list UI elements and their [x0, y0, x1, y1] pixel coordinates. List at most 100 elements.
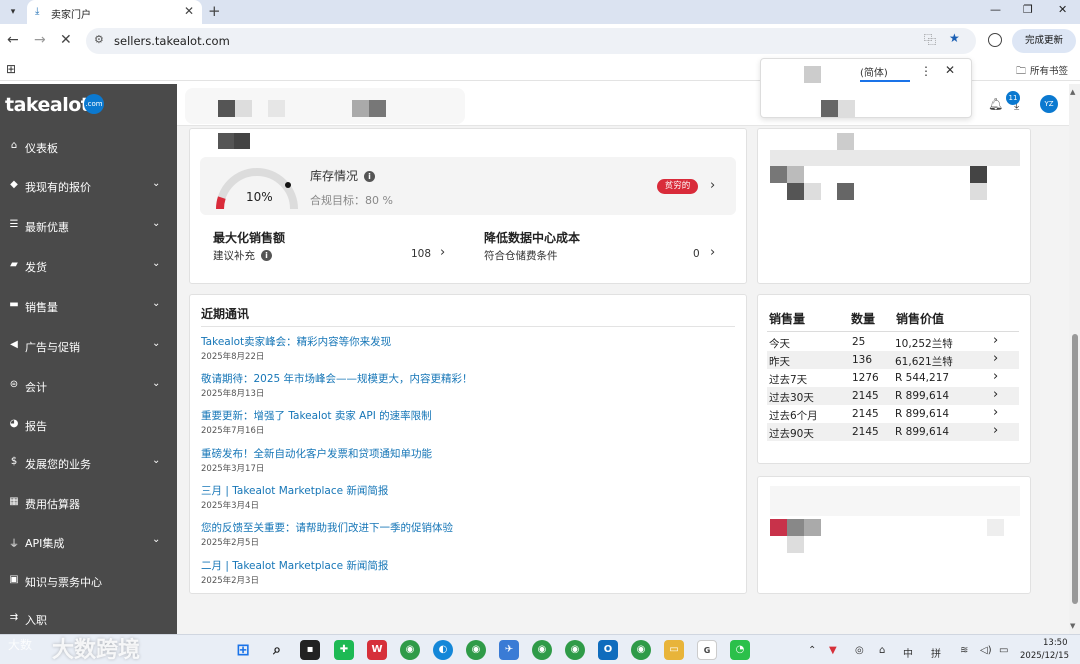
chevron-right-icon[interactable]: › [993, 333, 998, 348]
sidebar-item-api[interactable]: ⏚ API集成 ⌄ [0, 531, 177, 553]
info-icon[interactable]: i [364, 171, 376, 182]
update-button[interactable]: 完成更新 [1012, 29, 1076, 53]
restore-icon[interactable]: ❐ [1023, 3, 1033, 16]
table-row[interactable]: 过去90天 2145 R 899,614 › [767, 423, 1019, 441]
bookmark-star-icon[interactable]: ★ [949, 31, 960, 45]
sidebar-item-fee-calculator[interactable]: ▦ 费用估算器 [0, 492, 177, 514]
tray-app-icon[interactable]: ▼ [829, 645, 837, 656]
volume-icon[interactable]: ◁) [980, 645, 992, 656]
notification-count-badge: 11 [1006, 91, 1020, 105]
sidebar-item-label: 最新优惠 [25, 221, 69, 234]
site-info-icon[interactable]: ⚙ [94, 33, 104, 46]
scroll-down-icon[interactable]: ▼ [1070, 622, 1075, 630]
tab-close-icon[interactable]: ✕ [184, 4, 194, 18]
news-link[interactable]: 您的反馈至关重要：请帮助我们改进下一季的促销体验 [201, 520, 453, 535]
chrome-icon[interactable]: ◉ [631, 640, 651, 660]
profile-icon[interactable] [988, 33, 1002, 47]
app-icon[interactable]: G [697, 640, 717, 660]
chevron-right-icon[interactable]: › [993, 405, 998, 420]
wps-icon[interactable]: W [367, 640, 387, 660]
dollar-icon: $ [10, 456, 18, 467]
outlook-icon[interactable]: O [598, 640, 618, 660]
table-row[interactable]: 昨天 136 61,621兰特 › [767, 351, 1019, 369]
sidebar-item-onboarding[interactable]: ⇉ 入职 [0, 608, 177, 630]
sidebar-item-ads[interactable]: ◀ 广告与促销 ⌄ [0, 335, 177, 357]
clock-time[interactable]: 13:50 [1043, 638, 1068, 648]
chrome-icon[interactable]: ◉ [532, 640, 552, 660]
chrome-icon[interactable]: ◉ [466, 640, 486, 660]
wechat-icon[interactable]: ◔ [730, 640, 750, 660]
news-link[interactable]: 重磅发布！全新自动化客户发票和贷项通知单功能 [201, 446, 432, 461]
new-tab-icon[interactable]: + [208, 2, 221, 20]
close-icon[interactable]: ✕ [945, 63, 955, 77]
translate-language-tab[interactable]: (简体) [860, 64, 888, 79]
news-link[interactable]: 重要更新：增强了 Takealot 卖家 API 的速率限制 [201, 408, 432, 423]
blurred-region [235, 100, 252, 117]
bell-icon[interactable]: 🔔︎ [988, 97, 1003, 111]
minimize-icon[interactable]: — [990, 3, 1001, 16]
ime-name[interactable]: 拼 [931, 645, 941, 660]
search-icon[interactable]: ⌕ [267, 640, 287, 660]
scroll-up-icon[interactable]: ▲ [1070, 88, 1075, 96]
apps-grid-icon[interactable]: ⊞ [6, 62, 16, 76]
chevron-right-icon[interactable]: › [710, 178, 715, 193]
news-link[interactable]: 二月 | Takealot Marketplace 新闻简报 [201, 558, 388, 573]
app-icon[interactable]: ✚ [334, 640, 354, 660]
task-view-icon[interactable]: ▪ [300, 640, 320, 660]
address-bar[interactable]: ⚙ sellers.takealot.com [86, 28, 976, 54]
close-window-icon[interactable]: ✕ [1058, 3, 1067, 16]
browser-tab-active[interactable]: ⤓ 卖家门户 ✕ [27, 0, 202, 24]
sidebar-item-deals[interactable]: ☰ 最新优惠 ⌄ [0, 215, 177, 237]
sidebar-item-shipping[interactable]: ▰ 发货 ⌄ [0, 255, 177, 277]
table-row[interactable]: 过去30天 2145 R 899,614 › [767, 387, 1019, 405]
sidebar-item-label: 会计 [25, 381, 47, 394]
battery-icon[interactable]: ▭ [999, 645, 1008, 656]
more-vert-icon[interactable]: ⋮ [920, 64, 932, 78]
file-explorer-icon[interactable]: ▭ [664, 640, 684, 660]
tray-app-icon[interactable]: ⌂ [879, 645, 885, 656]
news-link[interactable]: 敬请期待：2025 年市场峰会——规模更大，内容更精彩！ [201, 371, 473, 386]
table-row[interactable]: 过去6个月 2145 R 899,614 › [767, 405, 1019, 423]
chevron-right-icon[interactable]: › [993, 423, 998, 438]
chrome-icon[interactable]: ◉ [400, 640, 420, 660]
stop-loading-icon[interactable]: ✕ [60, 32, 72, 48]
sidebar-item-reports[interactable]: ◕ 报告 [0, 414, 177, 436]
tab-search-icon[interactable]: ▾ [4, 3, 22, 21]
takealot-logo[interactable]: takealot [5, 94, 90, 116]
table-row[interactable]: 今天 25 10,252兰特 › [767, 333, 1019, 351]
chevron-right-icon[interactable]: › [993, 351, 998, 366]
chevron-right-icon[interactable]: › [993, 369, 998, 384]
table-row[interactable]: 过去7天 1276 R 544,217 › [767, 369, 1019, 387]
tray-app-icon[interactable]: ◎ [855, 645, 864, 656]
url-text[interactable]: sellers.takealot.com [114, 34, 230, 48]
sidebar-item-offers[interactable]: ◆ 我现有的报价 ⌄ [0, 175, 177, 197]
sidebar-item-help-center[interactable]: ▣ 知识与票务中心 [0, 570, 177, 592]
divider [201, 326, 735, 327]
sidebar-item-sales[interactable]: ▬ 销售量 ⌄ [0, 295, 177, 317]
chevron-right-icon[interactable]: › [440, 245, 445, 260]
forward-icon[interactable]: → [34, 32, 46, 48]
chrome-icon[interactable]: ◉ [565, 640, 585, 660]
app-icon[interactable]: ✈ [499, 640, 519, 660]
wifi-icon[interactable]: ≋ [960, 645, 968, 656]
ime-mode[interactable]: 中 [903, 645, 913, 660]
chevron-right-icon[interactable]: › [710, 245, 715, 260]
back-icon[interactable]: ← [7, 32, 19, 48]
sidebar-item-dashboard[interactable]: ⌂ 仪表板 [0, 136, 177, 158]
news-date: 2025年8月13日 [201, 389, 265, 399]
info-icon[interactable]: i [261, 250, 272, 261]
news-link[interactable]: 三月 | Takealot Marketplace 新闻简报 [201, 483, 388, 498]
all-bookmarks-button[interactable]: 🗀 所有书签 [1016, 63, 1068, 81]
chevron-right-icon[interactable]: › [993, 387, 998, 402]
tray-expand-icon[interactable]: ⌃ [808, 645, 816, 656]
translate-icon[interactable]: ⿻ [924, 31, 936, 48]
scroll-thumb[interactable] [1072, 334, 1078, 604]
windows-start-icon[interactable]: ⊞ [233, 640, 253, 660]
avatar[interactable]: YZ [1040, 95, 1058, 113]
sidebar-item-accounting[interactable]: ⊜ 会计 ⌄ [0, 375, 177, 397]
edge-icon[interactable]: ◐ [433, 640, 453, 660]
clock-date[interactable]: 2025/12/15 [1020, 651, 1069, 661]
blurred-region [770, 150, 1020, 166]
sidebar-item-grow[interactable]: $ 发展您的业务 ⌄ [0, 452, 177, 474]
news-link[interactable]: Takealot卖家峰会：精彩内容等你来发现 [201, 334, 391, 349]
